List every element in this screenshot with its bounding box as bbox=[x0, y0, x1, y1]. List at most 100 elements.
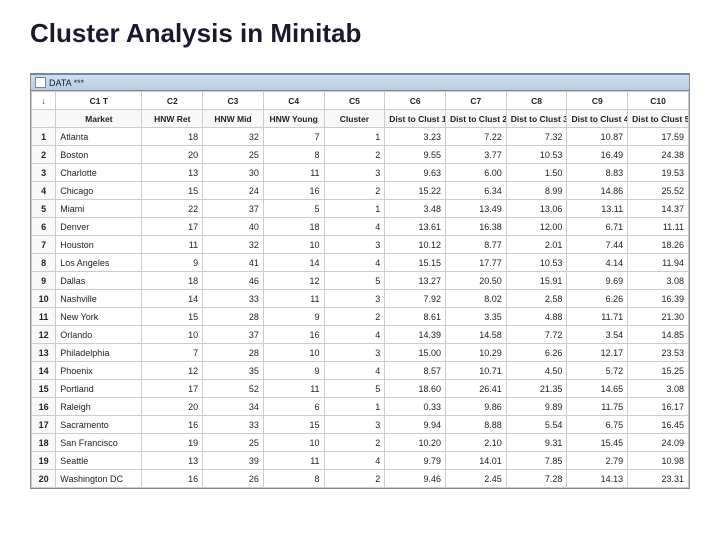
row-number[interactable]: 20 bbox=[32, 470, 56, 488]
col-name[interactable]: HNW Young bbox=[263, 110, 324, 128]
cell-value[interactable]: 16 bbox=[142, 416, 203, 434]
cell-market[interactable]: Raleigh bbox=[56, 398, 142, 416]
cell-value[interactable]: 17 bbox=[142, 380, 203, 398]
cell-value[interactable]: 10 bbox=[263, 434, 324, 452]
cell-value[interactable]: 8.99 bbox=[506, 182, 567, 200]
col-id[interactable]: C8 bbox=[506, 92, 567, 110]
cell-value[interactable]: 6.00 bbox=[446, 164, 507, 182]
table-row[interactable]: 9Dallas184612513.2720.5015.919.693.08 bbox=[32, 272, 689, 290]
cell-value[interactable]: 8.57 bbox=[385, 362, 446, 380]
cell-value[interactable]: 11 bbox=[263, 164, 324, 182]
cell-market[interactable]: Boston bbox=[56, 146, 142, 164]
cell-value[interactable]: 8 bbox=[263, 146, 324, 164]
cell-value[interactable]: 16.45 bbox=[628, 416, 689, 434]
cell-value[interactable]: 8.88 bbox=[446, 416, 507, 434]
cell-value[interactable]: 14 bbox=[142, 290, 203, 308]
col-id[interactable]: C6 bbox=[385, 92, 446, 110]
cell-value[interactable]: 10.98 bbox=[628, 452, 689, 470]
cell-value[interactable]: 11 bbox=[263, 380, 324, 398]
cell-value[interactable]: 16.39 bbox=[628, 290, 689, 308]
cell-value[interactable]: 6.26 bbox=[506, 344, 567, 362]
cell-value[interactable]: 11.94 bbox=[628, 254, 689, 272]
cell-value[interactable]: 14.13 bbox=[567, 470, 628, 488]
cell-value[interactable]: 7.85 bbox=[506, 452, 567, 470]
cell-value[interactable]: 16.49 bbox=[567, 146, 628, 164]
cell-value[interactable]: 17 bbox=[142, 218, 203, 236]
cell-value[interactable]: 15.25 bbox=[628, 362, 689, 380]
col-name[interactable]: Dist to Clust 2 bbox=[446, 110, 507, 128]
cell-value[interactable]: 7 bbox=[142, 344, 203, 362]
cell-value[interactable]: 5 bbox=[263, 200, 324, 218]
col-id[interactable]: C4 bbox=[263, 92, 324, 110]
row-number[interactable]: 2 bbox=[32, 146, 56, 164]
row-number[interactable]: 19 bbox=[32, 452, 56, 470]
cell-market[interactable]: Phoenix bbox=[56, 362, 142, 380]
table-row[interactable]: 19Seattle13391149.7914.017.852.7910.98 bbox=[32, 452, 689, 470]
cell-value[interactable]: 12 bbox=[263, 272, 324, 290]
cell-value[interactable]: 11 bbox=[263, 290, 324, 308]
table-row[interactable]: 17Sacramento16331539.948.885.546.7516.45 bbox=[32, 416, 689, 434]
row-number[interactable]: 1 bbox=[32, 128, 56, 146]
cell-value[interactable]: 25 bbox=[203, 146, 264, 164]
cell-value[interactable]: 3 bbox=[324, 416, 385, 434]
cell-value[interactable]: 46 bbox=[203, 272, 264, 290]
cell-value[interactable]: 4 bbox=[324, 326, 385, 344]
cell-value[interactable]: 10.12 bbox=[385, 236, 446, 254]
cell-value[interactable]: 15 bbox=[142, 308, 203, 326]
cell-market[interactable]: Sacramento bbox=[56, 416, 142, 434]
cell-value[interactable]: 8.77 bbox=[446, 236, 507, 254]
cell-value[interactable]: 10 bbox=[142, 326, 203, 344]
cell-value[interactable]: 2.10 bbox=[446, 434, 507, 452]
cell-value[interactable]: 13.61 bbox=[385, 218, 446, 236]
table-row[interactable]: 14Phoenix1235948.5710.714.505.7215.25 bbox=[32, 362, 689, 380]
cell-value[interactable]: 14 bbox=[263, 254, 324, 272]
cell-value[interactable]: 17.77 bbox=[446, 254, 507, 272]
cell-value[interactable]: 11.71 bbox=[567, 308, 628, 326]
cell-value[interactable]: 37 bbox=[203, 326, 264, 344]
cell-value[interactable]: 33 bbox=[203, 290, 264, 308]
cell-value[interactable]: 7.32 bbox=[506, 128, 567, 146]
cell-value[interactable]: 2 bbox=[324, 182, 385, 200]
cell-value[interactable]: 18 bbox=[263, 218, 324, 236]
cell-value[interactable]: 11 bbox=[263, 452, 324, 470]
cell-value[interactable]: 9 bbox=[263, 308, 324, 326]
cell-value[interactable]: 10.29 bbox=[446, 344, 507, 362]
cell-value[interactable]: 4 bbox=[324, 218, 385, 236]
cell-value[interactable]: 3.35 bbox=[446, 308, 507, 326]
cell-value[interactable]: 25 bbox=[203, 434, 264, 452]
row-number[interactable]: 9 bbox=[32, 272, 56, 290]
cell-value[interactable]: 8.83 bbox=[567, 164, 628, 182]
cell-value[interactable]: 30 bbox=[203, 164, 264, 182]
cell-value[interactable]: 2 bbox=[324, 308, 385, 326]
table-row[interactable]: 10Nashville14331137.928.022.586.2616.39 bbox=[32, 290, 689, 308]
cell-value[interactable]: 7.44 bbox=[567, 236, 628, 254]
cell-value[interactable]: 1 bbox=[324, 128, 385, 146]
cell-value[interactable]: 10 bbox=[263, 344, 324, 362]
cell-value[interactable]: 28 bbox=[203, 308, 264, 326]
cell-market[interactable]: Orlando bbox=[56, 326, 142, 344]
col-name[interactable]: Dist to Clust 4 bbox=[567, 110, 628, 128]
row-number[interactable]: 5 bbox=[32, 200, 56, 218]
cell-value[interactable]: 6.26 bbox=[567, 290, 628, 308]
cell-value[interactable]: 9.86 bbox=[446, 398, 507, 416]
cell-value[interactable]: 16.38 bbox=[446, 218, 507, 236]
cell-value[interactable]: 6.71 bbox=[567, 218, 628, 236]
table-row[interactable]: 18San Francisco192510210.202.109.3115.45… bbox=[32, 434, 689, 452]
col-name[interactable]: Cluster bbox=[324, 110, 385, 128]
cell-value[interactable]: 20.50 bbox=[446, 272, 507, 290]
row-number[interactable]: 13 bbox=[32, 344, 56, 362]
cell-value[interactable]: 10.20 bbox=[385, 434, 446, 452]
cell-value[interactable]: 4 bbox=[324, 254, 385, 272]
cell-value[interactable]: 21.35 bbox=[506, 380, 567, 398]
col-id[interactable]: C2 bbox=[142, 92, 203, 110]
cell-value[interactable]: 18 bbox=[142, 128, 203, 146]
col-id[interactable]: C10 bbox=[628, 92, 689, 110]
cell-value[interactable]: 14.39 bbox=[385, 326, 446, 344]
cell-value[interactable]: 12 bbox=[142, 362, 203, 380]
cell-value[interactable]: 12.00 bbox=[506, 218, 567, 236]
row-number[interactable]: 7 bbox=[32, 236, 56, 254]
cell-value[interactable]: 16.17 bbox=[628, 398, 689, 416]
cell-value[interactable]: 9.69 bbox=[567, 272, 628, 290]
cell-value[interactable]: 4.14 bbox=[567, 254, 628, 272]
cell-value[interactable]: 16 bbox=[263, 326, 324, 344]
